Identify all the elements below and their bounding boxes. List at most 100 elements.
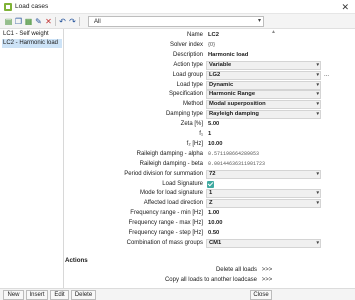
property-label: Raileigh damping - beta [139,160,203,167]
property-label: Raileigh damping - alpha [136,150,203,157]
chevron-down-icon: ▾ [316,71,319,78]
property-value-text: 1 [209,190,213,197]
more-options-button[interactable]: ... [324,71,329,80]
property-value[interactable]: 1 [206,130,321,139]
property-row-raileigh-damping-beta: Raileigh damping - beta 0.001446363119017… [64,160,355,169]
property-label: Load group [172,71,203,78]
property-row-period-division-for-summation: Period division for summation 72 ▾ [64,169,355,179]
property-value-text: Harmonic Range [209,91,256,98]
chevron-down-icon: ▾ [316,91,319,98]
property-row-name: Name LC2 [64,31,355,40]
window-title: Load cases [15,3,49,10]
property-value-text: 5.00 [208,121,220,128]
property-dropdown[interactable]: 1 ▾ [206,189,321,199]
property-value[interactable]: Harmonic load [206,51,321,60]
property-label: Affected load direction [143,200,203,207]
chevron-down-icon: ▾ [316,61,319,68]
chevron-down-icon: ▾ [316,239,319,246]
action-label: Copy all loads to another loadcase [164,277,257,283]
property-value-text: Harmonic load [208,51,249,58]
property-row-load-signature: Load Signature [64,180,355,189]
property-row-combination-of-mass-groups: Combination of mass groups CM1 ▾ [64,238,355,248]
property-label: Load Signature [162,180,203,187]
redo-icon[interactable]: ↷ [68,17,77,26]
property-row-damping-type: Damping type Rayleigh damping ▾ [64,110,355,120]
property-value-text: Dynamic [209,81,234,88]
property-label: Zeta [%] [180,121,203,128]
property-row-raileigh-damping-alpha: Raileigh damping - alpha 0.57119866428905… [64,150,355,159]
property-dropdown[interactable]: Dynamic ▾ [206,80,321,90]
insert-icon[interactable]: ▦ [24,17,33,26]
undo-icon[interactable]: ↶ [58,17,67,26]
property-value-text: 1 [208,131,212,137]
property-label: Action type [173,61,203,68]
insert-button[interactable]: Insert [26,290,48,300]
property-dropdown[interactable]: Variable ▾ [206,60,321,70]
property-row-f: f₁ 1 [64,130,355,139]
load-signature-checkbox[interactable] [207,180,214,188]
property-row-frequency-range-max-hz: Frequency range - max [Hz] 10.00 [64,219,355,228]
property-value[interactable]: 5.00 [206,120,321,129]
property-label: Period division for summation [124,170,203,177]
copy-icon[interactable]: ❐ [14,17,23,26]
property-row-load-group: Load group LG2 ▾... [64,70,355,80]
property-dropdown[interactable]: Modal superposition ▾ [206,100,321,110]
property-value-text: Z [209,200,213,207]
property-label: Frequency range - max [Hz] [128,220,203,227]
edit-icon[interactable]: ✎ [34,17,43,26]
property-dropdown[interactable]: CM1 ▾ [206,238,321,248]
filter-dropdown[interactable]: All ▾ [88,16,264,27]
property-value[interactable]: 10.00 [206,219,321,228]
window-close-button[interactable]: ✕ [341,1,349,13]
property-value-text: 72 [209,170,216,177]
chevron-down-icon: ▾ [316,170,319,177]
delete-all-loads-button[interactable]: >>> [259,266,275,275]
property-row-zeta: Zeta [%] 5.00 [64,120,355,129]
edit-button[interactable]: Edit [50,290,69,300]
chevron-down-icon: ▾ [316,200,319,207]
new-icon[interactable]: ▤ [4,17,13,26]
list-item[interactable]: LC1 - Self weight [2,30,62,39]
property-dropdown[interactable]: LG2 ▾ [206,70,321,80]
property-row-mode-for-load-signature: Mode for load signature 1 ▾ [64,189,355,199]
property-label: Frequency range - step [Hz] [128,230,203,236]
property-dropdown[interactable]: 72 ▾ [206,169,321,179]
property-label: Load type [176,81,203,88]
property-dropdown[interactable]: Rayleigh damping ▾ [206,110,321,120]
property-dropdown[interactable]: Z ▾ [206,199,321,209]
property-label: Description [172,51,203,58]
delete-button[interactable]: Delete [71,290,96,300]
property-value: 0.00144636311901723 [206,160,321,169]
property-label: Method [182,101,203,108]
close-button[interactable]: Close [250,290,272,300]
property-value[interactable]: 0.50 [206,229,321,238]
property-value[interactable]: 10.00 [206,140,321,149]
property-row-specification: Specification Harmonic Range ▾ [64,90,355,100]
list-item-selected[interactable]: LC2 - Harmonic load [2,39,62,48]
action-copy-all-loads: Copy all loads to another loadcase >>> [64,276,275,285]
property-value-text: 10.00 [208,140,223,147]
toolbar: ▤ ❐ ▦ ✎ ✕ ↶ ↷ ▥ 💾 All ▾ [0,14,355,29]
filter-value: All [94,19,101,25]
copy-all-loads-button[interactable]: >>> [259,276,275,285]
new-button[interactable]: New [3,290,24,300]
property-row-frequency-range-min-hz: Frequency range - min [Hz] 1.00 [64,209,355,218]
property-value-text: 0.571198664289053 [208,150,260,157]
property-value-text: CM1 [209,239,222,246]
toolbar-separator [55,17,56,26]
property-label: Mode for load signature [139,190,203,197]
property-value[interactable]: 1.00 [206,209,321,218]
property-value[interactable]: LC2 [206,31,321,40]
app-icon [4,3,12,11]
property-row-frequency-range-step-hz: Frequency range - step [Hz] 0.50 [64,229,355,238]
property-label: Name [186,32,203,38]
scroll-up-icon[interactable]: ▲ [271,29,276,35]
scrollbar[interactable]: ▲ [270,29,277,249]
property-value-text: 0.00144636311901723 [208,160,266,167]
delete-icon[interactable]: ✕ [44,17,53,26]
property-value-text: 0.50 [208,230,220,236]
property-dropdown[interactable]: Harmonic Range ▾ [206,90,321,100]
chevron-down-icon: ▾ [316,190,319,197]
property-row-solver-index: Solver index {0} [64,41,355,50]
property-label: Solver index [169,41,203,48]
